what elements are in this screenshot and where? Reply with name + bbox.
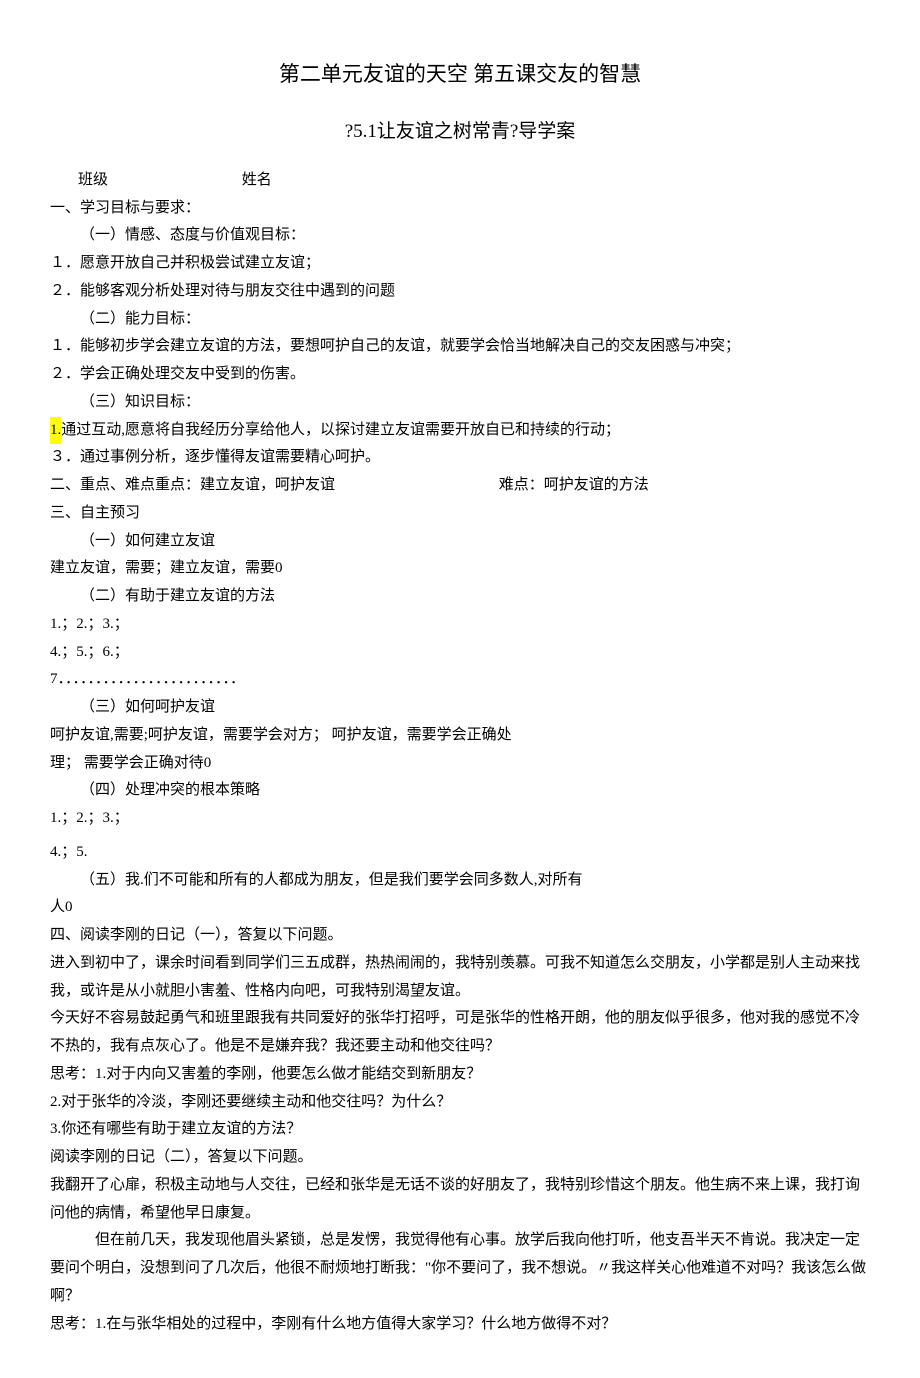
highlight-marker: 1. [50,417,61,445]
sub-3-2: （二）有助于建立友谊的方法 [50,583,870,611]
item-1-1: １．愿意开放自己并积极尝试建立友谊； [50,250,870,278]
section-4-p2: 今天好不容易鼓起勇气和班里跟我有共同爱好的张华打招呼，可是张华的性格开朗，他的朋… [50,1005,870,1061]
section-5-p2: 但在前几天，我发现他眉头紧锁，总是发愣，我觉得他有心事。放学后我向他打听，他支吾… [50,1227,870,1310]
line-3-2: 1.；2.；3.； [50,611,870,639]
section-4-q2: 2.对于张华的冷淡，李刚还要继续主动和他交往吗？为什么？ [50,1089,870,1117]
item-1-5: 1.通过互动,愿意将自我经历分享给他人，以探讨建立友谊需要开放自已和持续的行动； [50,417,870,445]
line-3-4: 7．．．．．．．．．．．．．．．．．．．．．．．． [50,666,870,694]
student-info-line: 班级 姓名 [50,167,870,195]
unit-title: 第二单元友谊的天空 第五课交友的智慧 [50,55,870,94]
name-label: 姓名 [242,167,272,195]
item-1-3: １．能够初步学会建立友谊的方法，要想呵护自己的友谊，就要学会恰当地解决自己的交友… [50,333,870,361]
section-5-heading: 阅读李刚的日记（二），答复以下问题。 [50,1144,870,1172]
item-1-4: ２．学会正确处理交友中受到的伤害。 [50,361,870,389]
section-4-heading: 四、阅读李刚的日记（一），答复以下问题。 [50,922,870,950]
class-label: 班级 [78,172,108,188]
section-2: 二、重点、难点重点：建立友谊，呵护友谊 难点：呵护友谊的方法 [50,472,870,500]
line-3-9: 人0 [50,894,870,922]
item-1-5-text: 通过互动,愿意将自我经历分享给他人，以探讨建立友谊需要开放自已和持续的行动； [61,422,620,438]
section-5-p1: 我翻开了心扉，积极主动地与人交往，已经和张华是无话不谈的好朋友了，我特别珍惜这个… [50,1172,870,1228]
section-2-left: 二、重点、难点重点：建立友谊，呵护友谊 [50,477,335,493]
item-1-2: ２．能够客观分析处理对待与朋友交往中遇到的问题 [50,278,870,306]
section-2-right: 难点：呵护友谊的方法 [499,472,649,500]
sub-1-3: （三）知识目标： [50,389,870,417]
line-3-3: 4.；5.；6.； [50,639,870,667]
sub-1-1: （一）情感、态度与价值观目标： [50,222,870,250]
sub-1-2: （二）能力目标： [50,306,870,334]
sub-3-3: （三）如何呵护友谊 [50,694,870,722]
section-5-q1: 思考：1.在与张华相处的过程中，李刚有什么地方值得大家学习？什么地方做得不对？ [50,1311,870,1339]
section-1-heading: 一、学习目标与要求： [50,195,870,223]
sub-3-5: （五）我.们不可能和所有的人都成为朋友，但是我们要学会同多数人,对所有 [50,867,870,895]
item-1-6: ３．通过事例分析，逐步懂得友谊需要精心呵护。 [50,444,870,472]
line-3-5: 呵护友谊,需要;呵护友谊，需要学会对方； 呵护友谊，需要学会正确处 [50,722,870,750]
line-3-8: 4.；5. [50,839,870,867]
line-3-7: 1.；2.；3.； [50,805,870,833]
section-4-q1: 思考：1.对于内向又害羞的李刚，他要怎么做才能结交到新朋友？ [50,1061,870,1089]
sub-3-1: （一）如何建立友谊 [50,528,870,556]
line-3-6: 理； 需要学会正确对待0 [50,750,870,778]
sub-3-4: （四）处理冲突的根本策略 [50,777,870,805]
section-4-p1: 进入到初中了，课余时间看到同学们三五成群，热热闹闹的，我特别羡慕。可我不知道怎么… [50,950,870,1006]
section-4-q3: 3.你还有哪些有助于建立友谊的方法？ [50,1116,870,1144]
line-3-1: 建立友谊，需要；建立友谊，需要0 [50,555,870,583]
lesson-title: ?5.1让友谊之树常青?导学案 [50,114,870,149]
section-3-heading: 三、自主预习 [50,500,870,528]
